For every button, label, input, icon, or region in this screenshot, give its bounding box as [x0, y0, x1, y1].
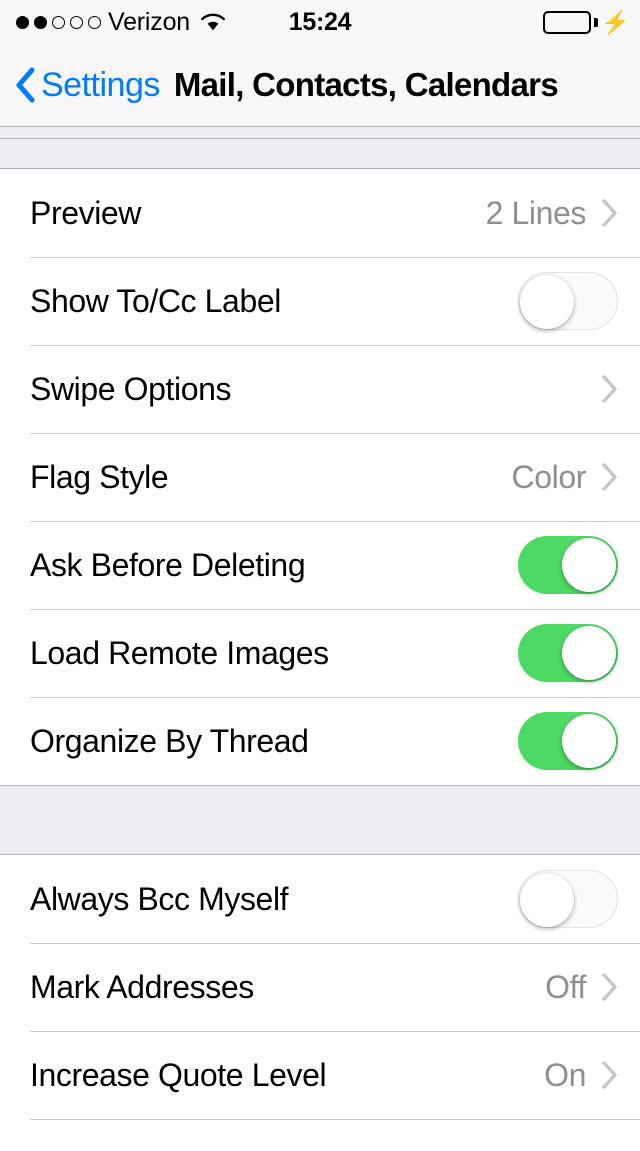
signal-dot-4 [70, 15, 83, 29]
row-value: Color [511, 458, 587, 495]
row-show-to-cc-label[interactable]: Show To/Cc Label [0, 257, 640, 345]
settings-group-1: Preview 2 Lines Show To/Cc Label Swipe O… [0, 169, 640, 785]
toggle-knob [562, 538, 616, 592]
chevron-right-icon [600, 197, 618, 229]
row-label: Swipe Options [30, 370, 232, 407]
row-load-remote-images[interactable]: Load Remote Images [0, 609, 640, 697]
row-label: Always Bcc Myself [30, 880, 289, 917]
row-always-bcc-myself[interactable]: Always Bcc Myself [0, 855, 640, 943]
toggle-knob [562, 626, 616, 680]
signal-dot-5 [88, 15, 101, 29]
battery-cap [594, 17, 599, 27]
chevron-right-icon [600, 373, 618, 405]
row-organize-by-thread[interactable]: Organize By Thread [0, 697, 640, 785]
row-label: Ask Before Deleting [30, 546, 306, 583]
signal-strength-icon [16, 15, 101, 29]
row-label: Load Remote Images [30, 634, 329, 671]
toggle-always-bcc-myself[interactable] [518, 870, 618, 928]
row-preview[interactable]: Preview 2 Lines [0, 169, 640, 257]
row-ask-before-deleting[interactable]: Ask Before Deleting [0, 521, 640, 609]
row-value: 2 Lines [485, 194, 587, 231]
settings-list[interactable]: MAIL Preview 2 Lines Show To/Cc Label Sw… [0, 127, 640, 1151]
section-header-label: MAIL [30, 127, 88, 133]
toggle-load-remote-images[interactable] [518, 624, 618, 682]
group-separator [0, 785, 640, 855]
status-bar-left: Verizon [0, 8, 226, 37]
row-label: Organize By Thread [30, 722, 309, 759]
back-button[interactable]: Settings [0, 66, 160, 105]
toggle-knob [520, 275, 574, 329]
toggle-organize-by-thread[interactable] [518, 712, 618, 770]
row-mark-addresses[interactable]: Mark Addresses Off [0, 943, 640, 1031]
row-value: Off [545, 968, 586, 1005]
navigation-bar: Settings Mail, Contacts, Calendars [0, 44, 640, 127]
row-label: Show To/Cc Label [30, 282, 281, 319]
status-bar-right: ⚡ [543, 8, 640, 35]
chevron-right-icon [600, 971, 618, 1003]
settings-group-2: Always Bcc Myself Mark Addresses Off Inc… [0, 855, 640, 1151]
row-label: Mark Addresses [30, 968, 254, 1005]
row-flag-style[interactable]: Flag Style Color [0, 433, 640, 521]
battery-icon [543, 10, 592, 34]
wifi-icon [200, 12, 226, 32]
chevron-right-icon [600, 461, 618, 493]
signal-dot-3 [52, 15, 65, 29]
toggle-ask-before-deleting[interactable] [518, 536, 618, 594]
section-header-rule [0, 138, 640, 139]
toggle-knob [562, 714, 616, 768]
toggle-knob [520, 873, 574, 927]
row-label: Flag Style [30, 458, 169, 495]
toggle-show-to-cc-label[interactable] [518, 272, 618, 330]
chevron-left-icon [14, 66, 36, 104]
signal-dot-1 [16, 15, 29, 29]
page-title: Mail, Contacts, Calendars [173, 66, 559, 103]
lightning-bolt-icon: ⚡ [601, 8, 630, 35]
back-button-label: Settings [41, 65, 160, 104]
carrier-label: Verizon [108, 7, 190, 36]
clock-label: 15:24 [288, 7, 352, 36]
row-increase-quote-level[interactable]: Increase Quote Level On [0, 1031, 640, 1119]
chevron-right-icon [600, 1059, 618, 1091]
section-header-mail: MAIL [0, 127, 640, 169]
row-swipe-options[interactable]: Swipe Options [0, 345, 640, 433]
row-label: Increase Quote Level [30, 1056, 327, 1093]
row-label: Preview [30, 194, 142, 231]
signal-dot-2 [34, 15, 47, 29]
status-bar: Verizon 15:24 ⚡ [0, 0, 640, 44]
row-value: On [544, 1056, 586, 1093]
